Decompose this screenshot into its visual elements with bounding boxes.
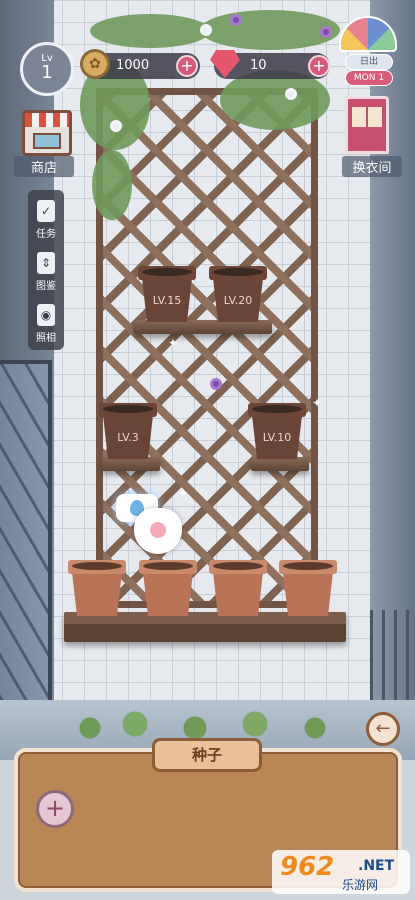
add-seed-button[interactable]: + — [36, 790, 74, 828]
pot-level-label: LV.3 — [117, 431, 139, 444]
pot-body — [143, 572, 193, 616]
locked-pot[interactable]: LV.20 — [209, 266, 267, 324]
pointing-hand-icon — [134, 508, 182, 554]
day-label: MON 1 — [345, 70, 393, 86]
empty-pot[interactable] — [139, 560, 197, 618]
locked-pot[interactable]: LV.3 — [99, 403, 157, 461]
coin-icon: ✿ — [80, 49, 110, 79]
shop-label[interactable]: 商店 — [14, 156, 74, 177]
side-item-album[interactable]: ⇕ 图鉴 — [28, 252, 64, 292]
book-icon: ⇕ — [37, 252, 55, 274]
pot-soil — [283, 562, 333, 570]
watermark-domain: .NET — [358, 858, 395, 874]
pot-soil — [103, 405, 153, 413]
wooden-trellis — [96, 88, 318, 608]
watermark-logo: 962 .NET 乐游网 — [272, 850, 410, 894]
pot-level-label: LV.15 — [152, 294, 182, 307]
shop-button[interactable] — [22, 110, 72, 156]
vine-foliage — [200, 10, 340, 50]
seed-panel-title: 种子 — [152, 738, 262, 772]
pot-soil — [142, 268, 192, 276]
level-value: 1 — [41, 62, 53, 83]
empty-pot[interactable] — [209, 560, 267, 618]
player-level-badge[interactable]: Lv 1 — [20, 42, 74, 96]
purple-flower — [320, 26, 332, 38]
pot-soil — [213, 562, 263, 570]
pot-soil — [213, 268, 263, 276]
add-gems-button[interactable]: + — [308, 55, 330, 77]
coin-value: 1000 — [116, 58, 150, 73]
white-flower — [200, 24, 212, 36]
pot-soil — [143, 562, 193, 570]
wardrobe-label[interactable]: 换衣间 — [342, 156, 402, 177]
vine-foliage — [90, 14, 210, 48]
empty-pot[interactable] — [279, 560, 337, 618]
pot-level-label: LV.10 — [262, 431, 292, 444]
pot-body — [283, 572, 333, 616]
vine-foliage — [92, 150, 132, 220]
vine-foliage — [220, 70, 330, 130]
pot-soil — [72, 562, 122, 570]
checklist-icon: ✓ — [37, 200, 55, 222]
pot-body — [213, 572, 263, 616]
time-of-day-label: 日出 — [345, 54, 393, 70]
watermark-site-name: 乐游网 — [342, 878, 379, 892]
side-item-label: 图鉴 — [36, 281, 56, 292]
gem-value: 10 — [250, 58, 267, 73]
pot-soil — [252, 405, 302, 413]
white-flower — [110, 120, 122, 132]
locked-pot[interactable]: LV.15 — [138, 266, 196, 324]
pot-level-label: LV.20 — [223, 294, 253, 307]
camera-icon: ◉ — [37, 304, 55, 326]
wardrobe-button[interactable] — [345, 96, 389, 154]
side-item-task[interactable]: ✓ 任务 — [28, 200, 64, 240]
side-item-label: 照相 — [36, 333, 56, 344]
white-flower — [285, 88, 297, 100]
side-item-label: 任务 — [36, 229, 56, 240]
sparkle-icon: ✦ — [312, 396, 323, 410]
side-menu: ✓ 任务 ⇕ 图鉴 ◉ 照相 — [28, 190, 64, 350]
purple-flower — [230, 14, 242, 26]
pot-body — [72, 572, 122, 616]
watermark-number: 962 — [280, 852, 335, 882]
back-arrow-button[interactable]: ← — [366, 712, 400, 746]
purple-flower — [210, 378, 222, 390]
game-scene: ✦ ✦ ✦ LV.15 LV.20 LV.3 LV.10 Lv 1 ✿ 1000… — [0, 0, 415, 900]
balcony-railing-left — [0, 360, 52, 740]
planted-pot[interactable] — [68, 560, 126, 618]
shop-window-icon — [33, 133, 61, 149]
add-coins-button[interactable]: + — [176, 55, 198, 77]
shop-awning-icon — [25, 113, 69, 127]
side-item-photo[interactable]: ◉ 照相 — [28, 304, 64, 344]
sparkle-icon: ✦ — [168, 336, 179, 350]
locked-pot[interactable]: LV.10 — [248, 403, 306, 461]
sparkle-icon: ✦ — [178, 486, 189, 500]
